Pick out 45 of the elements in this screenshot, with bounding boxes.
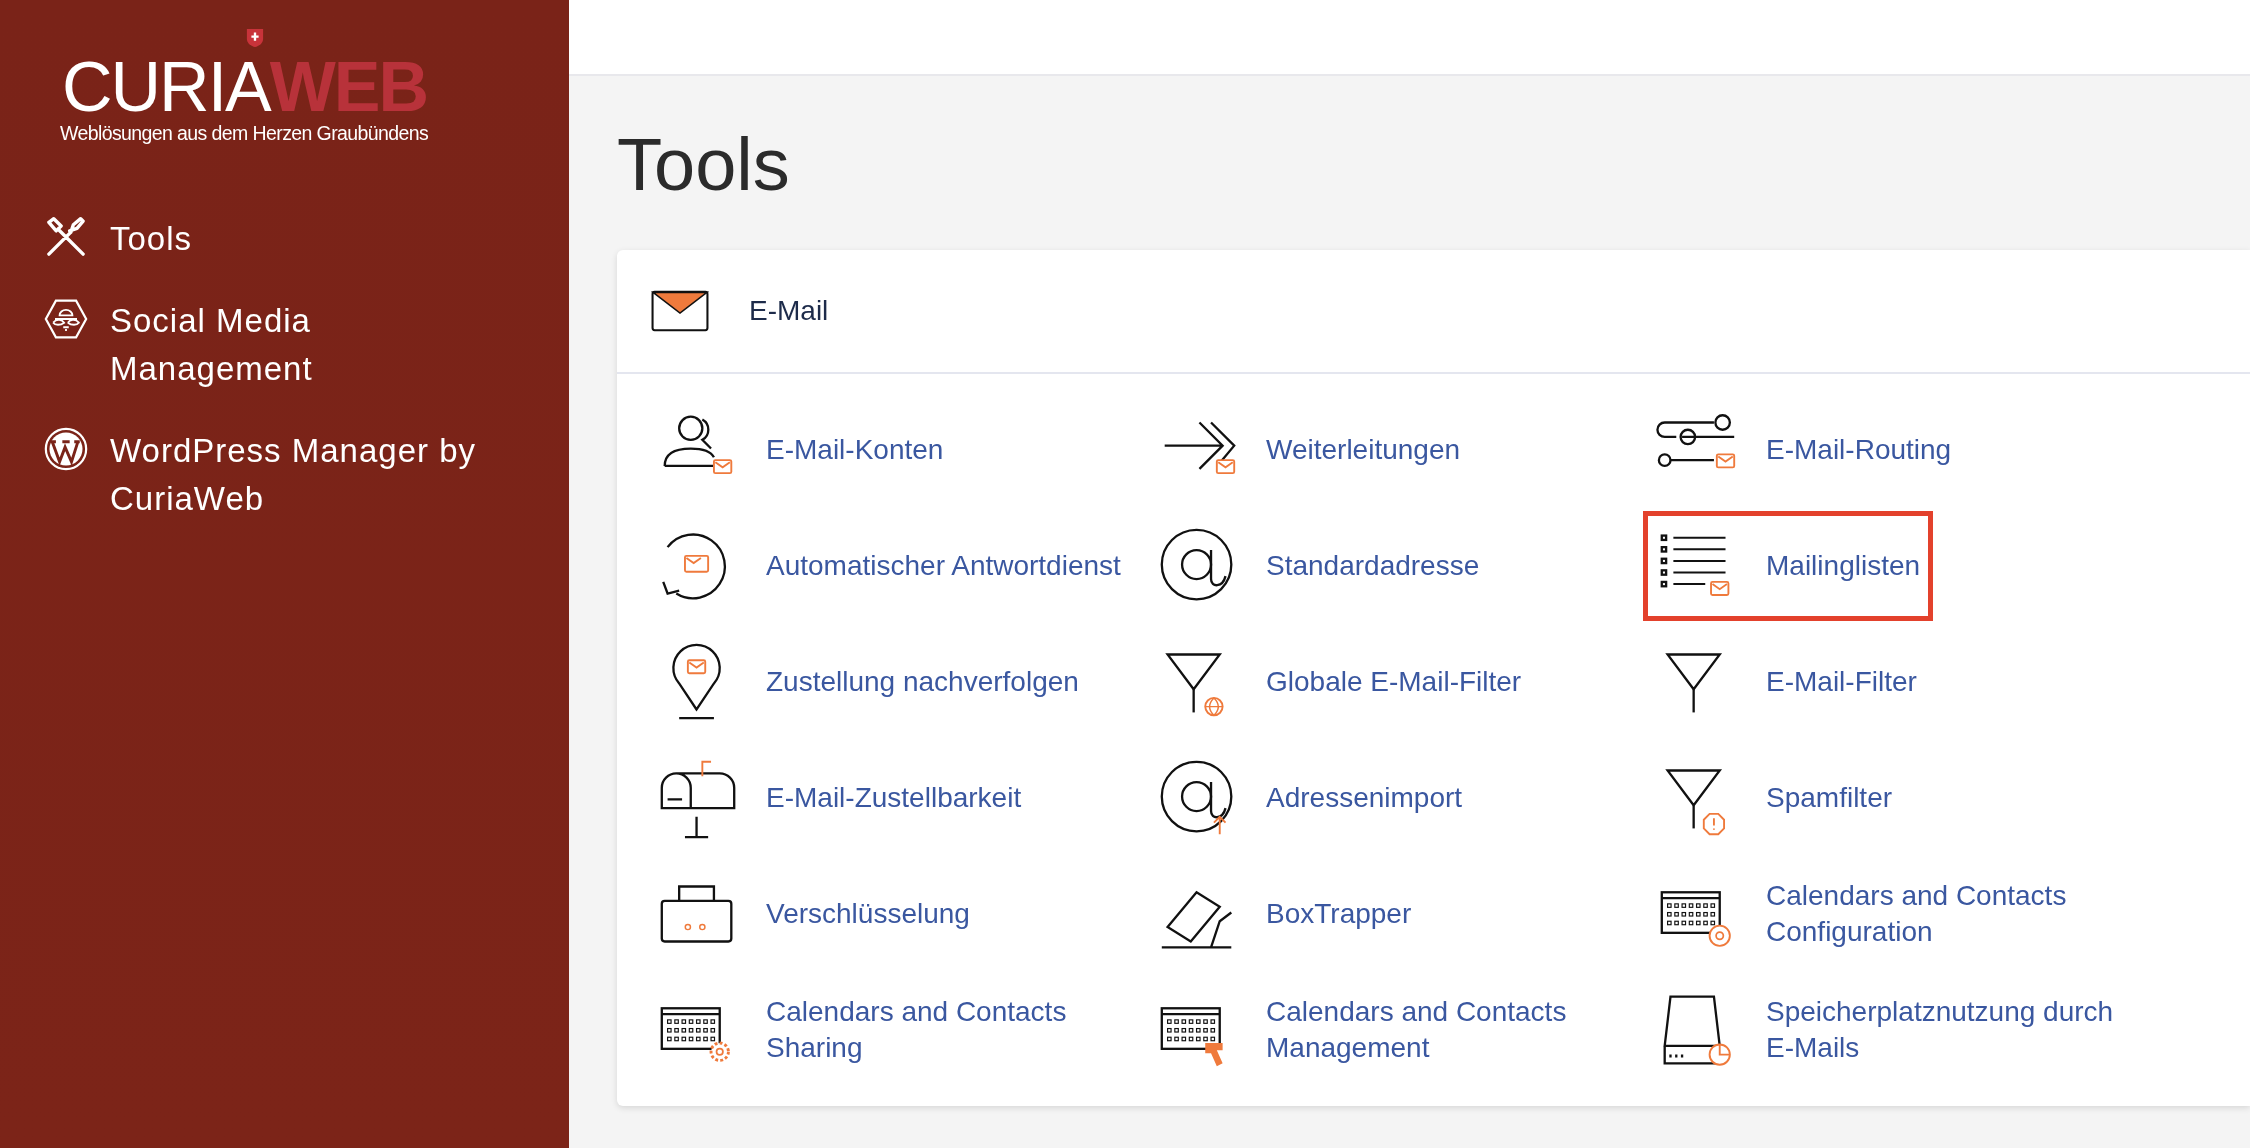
tool-link[interactable]: Calendars and Contacts Sharing <box>766 994 1138 1066</box>
tool-item[interactable]: Calendars and Contacts Configuration <box>1643 859 2151 969</box>
tool-item[interactable]: Spamfilter <box>1643 743 1906 853</box>
tool-item[interactable]: Adressenimport <box>1143 743 1476 853</box>
tool-link[interactable]: Mailinglisten <box>1766 530 1921 602</box>
tool-link[interactable]: Calendars and Contacts Configuration <box>1766 878 2138 950</box>
logo-tagline: Weblösungen aus dem Herzen Graubündens <box>60 122 429 145</box>
tool-link[interactable]: Spamfilter <box>1766 762 1893 834</box>
tools-icon <box>44 215 88 259</box>
wordpress-icon <box>44 427 88 471</box>
tool-link[interactable]: Verschlüsselung <box>766 878 970 950</box>
logo-wordmark: CURIAWEB <box>62 54 428 120</box>
tool-item[interactable]: E-Mail-Zustellbarkeit <box>643 743 1035 853</box>
tool-item[interactable]: E-Mail-Routing <box>1643 395 1965 505</box>
tool-link[interactable]: E-Mail-Routing <box>1766 414 1952 486</box>
sidebar-item[interactable]: Social Media Management <box>110 297 450 393</box>
tool-item[interactable]: Automatischer Antwortdienst <box>643 511 1134 621</box>
sidebar-item[interactable]: WordPress Manager by CuriaWeb <box>110 427 510 523</box>
tool-item[interactable]: Standardadresse <box>1143 511 1493 621</box>
tool-link[interactable]: Calendars and Contacts Management <box>1266 994 1638 1066</box>
tool-link[interactable]: E-Mail-Filter <box>1766 646 1917 718</box>
shield-icon <box>246 28 264 48</box>
tool-link[interactable]: Weiterleitungen <box>1266 414 1461 486</box>
tool-link[interactable]: Automatischer Antwortdienst <box>766 530 1121 602</box>
tool-link[interactable]: Zustellung nachverfolgen <box>766 646 1079 718</box>
tool-item[interactable]: E-Mail-Filter <box>1643 627 1930 737</box>
tool-item[interactable]: Globale E-Mail-Filter <box>1143 627 1535 737</box>
highlighted-tool[interactable]: Mailinglisten <box>1643 511 1934 621</box>
tool-item[interactable]: BoxTrapper <box>1143 859 1425 969</box>
tool-link[interactable]: Adressenimport <box>1266 762 1463 834</box>
tool-link[interactable]: Globale E-Mail-Filter <box>1266 646 1522 718</box>
envelope-icon <box>651 290 709 332</box>
bee-hexagon-icon <box>44 297 88 341</box>
tool-item[interactable]: E-Mail-Konten <box>643 395 957 505</box>
page-title: Tools <box>617 122 791 208</box>
tool-item[interactable]: Weiterleitungen <box>1143 395 1474 505</box>
tool-link[interactable]: BoxTrapper <box>1266 878 1412 950</box>
section-title: E-Mail <box>749 295 829 327</box>
tool-link[interactable]: E-Mail-Konten <box>766 414 944 486</box>
tool-item[interactable]: Zustellung nachverfolgen <box>643 627 1092 737</box>
sidebar-item[interactable]: Tools <box>110 215 193 263</box>
tool-link[interactable]: E-Mail-Zustellbarkeit <box>766 762 1022 834</box>
tool-link[interactable]: Standardadresse <box>1266 530 1480 602</box>
tool-link[interactable]: Speicherplatznutzung durch E-Mails <box>1766 994 2138 1066</box>
tool-item[interactable]: Verschlüsselung <box>643 859 983 969</box>
